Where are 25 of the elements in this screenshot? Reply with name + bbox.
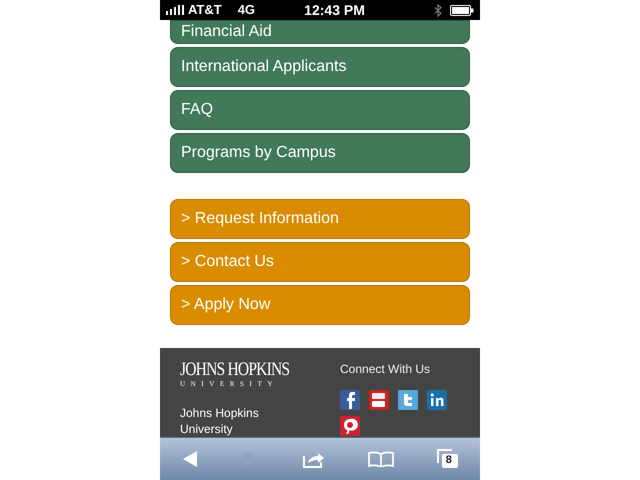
pin-icon[interactable] (340, 416, 360, 436)
status-time: 12:43 PM (304, 0, 366, 20)
connect-heading: Connect With Us (340, 361, 432, 378)
menu-link[interactable]: FAQ (170, 90, 470, 130)
action-link[interactable]: > Apply Now (170, 285, 470, 325)
bird-icon[interactable] (398, 390, 418, 410)
logo-title: JOHNS HOPKINS (180, 360, 290, 380)
action-link[interactable]: > Request Information (170, 199, 470, 239)
menu-link[interactable]: International Applicants (170, 47, 470, 87)
battery-icon (450, 4, 474, 16)
carrier-name: AT&T (188, 1, 222, 20)
network-icon[interactable] (427, 390, 447, 410)
action-link[interactable]: > Contact Us (170, 242, 470, 282)
signal-icon (166, 5, 184, 15)
facebook-icon[interactable] (340, 390, 360, 410)
menu-link[interactable]: Programs by Campus (170, 133, 470, 173)
address-line: Johns Hopkins (180, 405, 260, 421)
address-line: University (180, 421, 234, 437)
book-icon[interactable] (368, 451, 394, 467)
bluetooth-icon (434, 4, 442, 16)
menu-link[interactable]: Financial Aid (170, 20, 470, 44)
network-type: 4G (238, 1, 256, 20)
share-icon[interactable] (302, 450, 326, 468)
back-icon[interactable] (181, 450, 200, 468)
tabs-button[interactable]: 8 (436, 447, 459, 471)
